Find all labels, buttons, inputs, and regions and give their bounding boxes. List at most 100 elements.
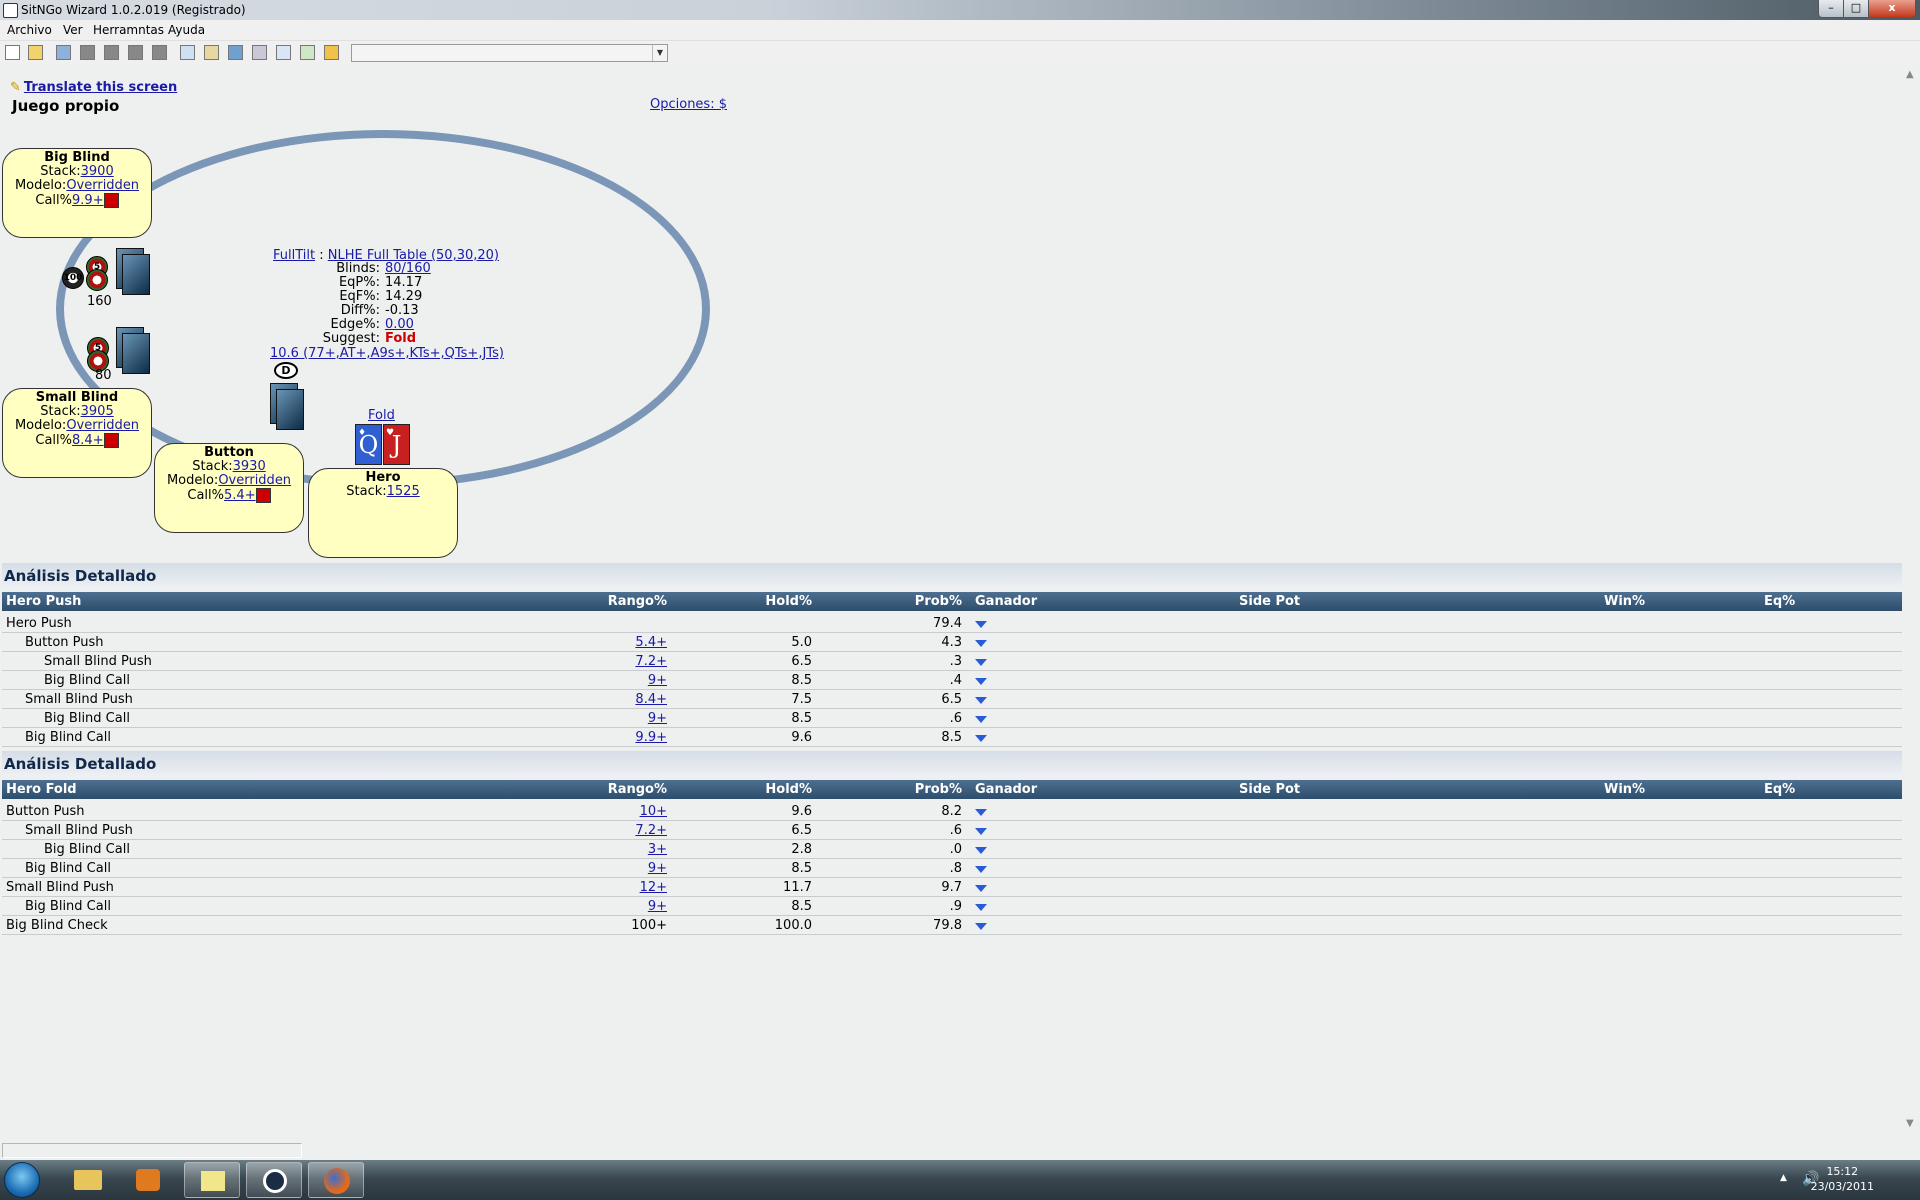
- call-range-link[interactable]: 9.9+: [72, 193, 104, 208]
- winner-dropdown-icon[interactable]: [975, 847, 987, 854]
- hold-cell: 8.5: [791, 861, 812, 876]
- winner-dropdown-icon[interactable]: [975, 697, 987, 704]
- range-cell[interactable]: 9+: [562, 861, 667, 876]
- settings-gear-icon[interactable]: [324, 45, 339, 60]
- winner-dropdown-icon[interactable]: [975, 621, 987, 628]
- range-cell[interactable]: 9+: [562, 711, 667, 726]
- red-flag-icon: [103, 193, 119, 208]
- close-button[interactable]: x: [1868, 0, 1916, 18]
- translate-link[interactable]: ✎ Translate this screen: [10, 80, 177, 95]
- scroll-up-icon[interactable]: ▲: [1906, 69, 1914, 80]
- dealer-button-icon: D: [274, 362, 298, 379]
- prob-cell: .0: [949, 842, 962, 857]
- range-cell[interactable]: 10+: [562, 804, 667, 819]
- big-blind-bet: 160: [87, 294, 112, 309]
- disabled-tool-3-icon[interactable]: [128, 45, 143, 60]
- stack-label: Stack:: [40, 404, 81, 419]
- winner-dropdown-icon[interactable]: [975, 809, 987, 816]
- taskbar-explorer-icon[interactable]: [60, 1162, 116, 1198]
- calculator-icon[interactable]: [252, 45, 267, 60]
- hold-cell: 8.5: [791, 711, 812, 726]
- taskbar-firefox-icon[interactable]: [308, 1162, 364, 1198]
- tray-show-hidden-icon[interactable]: ▲: [1780, 1173, 1787, 1183]
- winner-dropdown-icon[interactable]: [975, 923, 987, 930]
- menu-ver[interactable]: Ver: [63, 23, 83, 37]
- row-label: Button Push: [25, 635, 104, 650]
- options-link[interactable]: Opciones: $: [650, 97, 727, 112]
- stack-value[interactable]: 1525: [387, 484, 420, 499]
- disabled-tool-2-icon[interactable]: [104, 45, 119, 60]
- seat-button[interactable]: Button Stack:3930 Modelo:Overridden Call…: [154, 443, 304, 533]
- winner-dropdown-icon[interactable]: [975, 678, 987, 685]
- taskbar-media-player-icon[interactable]: [120, 1162, 176, 1198]
- table-selector-combo[interactable]: ▼: [351, 44, 668, 62]
- menu-archivo[interactable]: Archivo: [7, 23, 52, 37]
- seat-hero[interactable]: Hero Stack:1525: [308, 468, 458, 558]
- taskbar-notes-icon[interactable]: [184, 1162, 240, 1198]
- vertical-scrollbar[interactable]: ▲ ▼: [1903, 66, 1920, 1134]
- eqp-value: 14.17: [385, 275, 423, 290]
- translate-link-text[interactable]: Translate this screen: [24, 80, 177, 95]
- disabled-tool-1-icon[interactable]: [80, 45, 95, 60]
- system-clock[interactable]: 15:12 23/03/2011: [1811, 1164, 1874, 1194]
- chip-5-icon: [86, 269, 108, 291]
- taskbar-sitngo-wizard-icon[interactable]: [246, 1162, 302, 1198]
- disabled-tool-4-icon[interactable]: [152, 45, 167, 60]
- winner-dropdown-icon[interactable]: [975, 828, 987, 835]
- col-side-pot: Side Pot: [1239, 594, 1301, 609]
- call-range-link[interactable]: 5.4+: [224, 488, 256, 503]
- copy-icon[interactable]: [180, 45, 195, 60]
- new-file-icon[interactable]: [5, 45, 20, 60]
- model-link[interactable]: Overridden: [66, 418, 139, 433]
- range-cell[interactable]: 9.9+: [562, 730, 667, 745]
- range-cell[interactable]: 8.4+: [562, 692, 667, 707]
- home-icon[interactable]: [56, 45, 71, 60]
- winner-dropdown-icon[interactable]: [975, 866, 987, 873]
- model-link[interactable]: Overridden: [66, 178, 139, 193]
- open-folder-icon[interactable]: [28, 45, 43, 60]
- range-cell[interactable]: 7.2+: [562, 823, 667, 838]
- maximize-button[interactable]: □: [1843, 0, 1869, 18]
- range-link[interactable]: 10.6 (77+,AT+,A9s+,KTs+,QTs+,JTs): [270, 346, 504, 361]
- model-link[interactable]: Overridden: [218, 473, 291, 488]
- menu-herramientas[interactable]: Herramntas: [93, 23, 164, 37]
- blinds-link[interactable]: 80/160: [385, 261, 431, 276]
- stack-value[interactable]: 3900: [81, 164, 114, 179]
- range-cell[interactable]: 9+: [562, 673, 667, 688]
- card-back-icon: [122, 333, 150, 374]
- winner-dropdown-icon[interactable]: [975, 735, 987, 742]
- range-cell[interactable]: 5.4+: [562, 635, 667, 650]
- winner-dropdown-icon[interactable]: [975, 885, 987, 892]
- seat-small-blind[interactable]: Small Blind Stack:3905 Modelo:Overridden…: [2, 388, 152, 478]
- paste-icon[interactable]: [204, 45, 219, 60]
- winner-dropdown-icon[interactable]: [975, 640, 987, 647]
- call-range-link[interactable]: 8.4+: [72, 433, 104, 448]
- range-cell[interactable]: 9+: [562, 899, 667, 914]
- minimize-button[interactable]: –: [1818, 0, 1844, 18]
- menu-ayuda[interactable]: Ayuda: [168, 23, 205, 37]
- diff-value: -0.13: [385, 303, 419, 318]
- windows-taskbar: ▲ 🔊 15:12 23/03/2011: [0, 1160, 1920, 1200]
- winner-dropdown-icon[interactable]: [975, 659, 987, 666]
- seat-big-blind[interactable]: Big Blind Stack:3900 Modelo:Overridden C…: [2, 148, 152, 238]
- table-row: Big Blind Call 9+ 8.5 .6: [2, 709, 1902, 728]
- edge-link[interactable]: 0.00: [385, 317, 414, 332]
- range-cell[interactable]: 3+: [562, 842, 667, 857]
- winner-dropdown-icon[interactable]: [975, 716, 987, 723]
- stack-value[interactable]: 3905: [81, 404, 114, 419]
- row-label: Big Blind Call: [25, 730, 111, 745]
- site-link[interactable]: FullTilt: [273, 248, 315, 263]
- chart-icon[interactable]: [276, 45, 291, 60]
- card-back-icon: [122, 254, 150, 295]
- start-button-icon[interactable]: [4, 1162, 40, 1198]
- chevron-down-icon[interactable]: ▼: [652, 45, 667, 61]
- scroll-down-icon[interactable]: ▼: [1906, 1118, 1914, 1129]
- stack-value[interactable]: 3930: [233, 459, 266, 474]
- eqp-label: EqP%:: [338, 275, 380, 290]
- edit-icon[interactable]: [300, 45, 315, 60]
- prob-cell: .9: [949, 899, 962, 914]
- screen-icon[interactable]: [228, 45, 243, 60]
- range-cell[interactable]: 7.2+: [562, 654, 667, 669]
- range-cell[interactable]: 12+: [562, 880, 667, 895]
- winner-dropdown-icon[interactable]: [975, 904, 987, 911]
